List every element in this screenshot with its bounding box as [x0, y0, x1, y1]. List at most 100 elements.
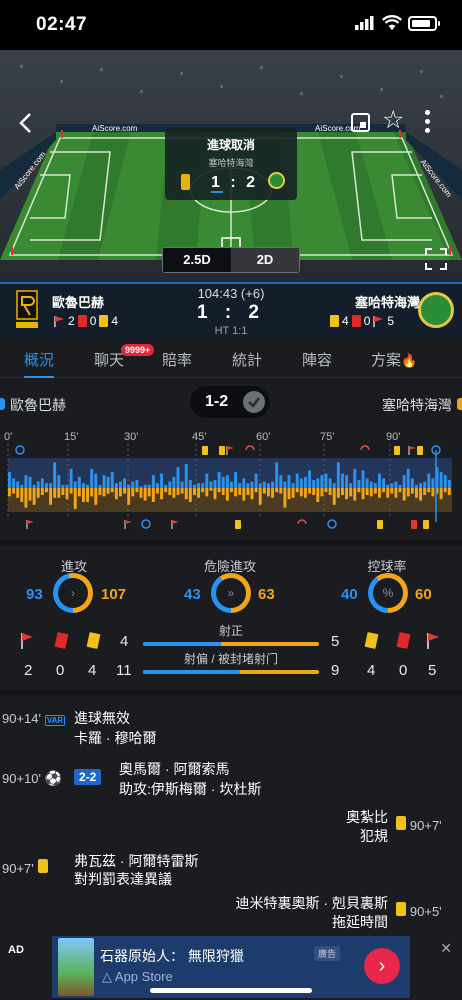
away-pressure-bar: [94, 488, 98, 505]
stat-home-attacks: 93: [26, 586, 43, 603]
away-pressure-bar: [197, 488, 201, 498]
tab-overview[interactable]: 概況: [24, 349, 55, 378]
home-pressure-bar: [53, 462, 57, 488]
view-mode-toggle[interactable]: 2.5D 2D: [162, 247, 300, 273]
home-pressure-bar: [254, 473, 258, 488]
home-pressure-bar: [242, 478, 246, 488]
check-icon: [243, 391, 265, 413]
ad-close-icon[interactable]: ✕: [440, 940, 452, 957]
away-pressure-bar: [172, 488, 176, 498]
home-pressure-bar: [123, 478, 127, 488]
goal-card-away-score: 2: [246, 174, 259, 191]
event-item[interactable]: 90+5': [396, 902, 442, 919]
summary-score: 1-2: [205, 393, 229, 410]
away-pressure-bar: [336, 488, 340, 498]
view-2d-button[interactable]: 2D: [231, 248, 299, 272]
events-list: 90+14' VAR 進球無效 卡羅 · 穆哈爾 90+10' ⚽ 2-2 奧馬…: [0, 690, 462, 940]
home-pressure-bar: [312, 480, 316, 488]
away-team-name[interactable]: 塞哈特海灣: [355, 292, 420, 311]
goal-icon: ⚽: [44, 770, 63, 786]
home-pressure-bar: [156, 483, 159, 488]
shots-off-bar: [143, 670, 319, 674]
goal-cancelled-card: 進球取消 塞哈特海灣 1 : 2: [165, 128, 297, 200]
tab-stats[interactable]: 統計: [232, 349, 262, 370]
event-time: 90+10': [2, 771, 41, 786]
event-item[interactable]: 90+10' ⚽: [2, 770, 62, 787]
away-pressure-bar: [373, 488, 377, 494]
ad-store-label: App Store: [114, 969, 173, 984]
away-pressure-bar: [168, 488, 172, 495]
home-pressure-bar: [316, 478, 320, 488]
away-pressure-bar: [205, 488, 209, 497]
away-pressure-bar: [242, 488, 246, 501]
away-pressure-bar: [271, 488, 275, 498]
away-pressure-bar: [98, 488, 102, 495]
home-pressure-bar: [201, 483, 205, 488]
picture-in-picture-button[interactable]: [351, 113, 370, 132]
away-red-count: 0: [363, 314, 371, 328]
event-subtitle: 助攻:伊斯梅爾 · 坎杜斯: [119, 781, 262, 797]
home-pressure-bar: [164, 484, 168, 488]
home-pressure-bar: [188, 480, 192, 488]
away-pressure-bar: [431, 488, 435, 497]
event-item[interactable]: 90+7': [396, 816, 442, 833]
event-time: 90+14': [2, 711, 41, 726]
home-pressure-bar: [16, 481, 20, 488]
away-pressure-bar: [443, 488, 447, 493]
summary-score-pill[interactable]: 1-2: [190, 386, 270, 418]
yellow-card-marker: [411, 520, 417, 529]
away-pressure-bar: [28, 488, 32, 501]
home-pressure-bar: [184, 464, 188, 488]
away-color-marker: [457, 398, 462, 410]
ad-tag: 廣告: [314, 946, 341, 961]
away-yellow-total: 4: [367, 662, 376, 679]
away-pressure-bar: [61, 488, 65, 495]
home-pressure-bar: [279, 475, 283, 488]
home-pressure-bar: [345, 475, 349, 488]
timeline-tick-label: 0': [4, 431, 12, 443]
tab-chat[interactable]: 聊天: [94, 349, 124, 370]
home-pressure-bar: [217, 472, 221, 488]
away-pressure-bar: [345, 488, 349, 500]
home-pressure-bar: [369, 481, 373, 488]
away-pressure-bar: [254, 488, 258, 493]
yellow-card-icon: [330, 315, 339, 327]
corner-marker: [27, 520, 34, 524]
goal-card-title: 進球取消: [206, 138, 255, 152]
away-pressure-bar: [406, 488, 410, 497]
home-pressure-bar: [69, 468, 73, 488]
shots-on-home-fill: [143, 642, 222, 646]
event-item[interactable]: 90+7': [2, 859, 48, 876]
away-pressure-bar: [65, 488, 69, 500]
home-pressure-bar: [82, 483, 85, 488]
yellow-card-icon: [37, 859, 48, 873]
tab-lineup[interactable]: 陣容: [302, 349, 332, 370]
event-item[interactable]: 90+14' VAR: [2, 710, 66, 726]
substitution-marker: [360, 445, 370, 451]
stat-away-attacks: 107: [101, 586, 127, 603]
home-pressure-bar: [61, 484, 65, 488]
view-2-5d-button[interactable]: 2.5D: [163, 248, 231, 272]
corner-flag-icon: [427, 633, 439, 649]
away-pressure-bar: [316, 488, 320, 502]
home-pressure-bar: [365, 478, 369, 488]
corner-marker: [172, 520, 179, 524]
timeline-tick-label: 60': [256, 431, 270, 443]
away-pressure-bar: [151, 488, 155, 502]
home-pressure-bar: [49, 483, 53, 488]
away-pressure-bar: [176, 488, 180, 495]
fullscreen-icon[interactable]: [425, 248, 447, 270]
match-momentum-chart[interactable]: 0' 15' 30' 45' 60' 75' 90': [0, 426, 462, 538]
more-menu-button[interactable]: [425, 110, 431, 137]
home-pressure-bar: [110, 472, 114, 488]
away-pressure-bar: [143, 488, 147, 501]
stat-away-possession: 60: [415, 586, 432, 603]
tab-odds[interactable]: 賠率: [162, 349, 192, 370]
home-pressure-bar: [324, 473, 328, 488]
away-pressure-bar: [308, 488, 312, 494]
shots-on-label: 射正: [218, 624, 243, 638]
home-pressure-bar: [287, 475, 291, 488]
favorite-star-icon[interactable]: ☆: [382, 108, 404, 133]
tab-plans[interactable]: 方案🔥: [371, 349, 417, 370]
ad-open-button[interactable]: ›: [364, 948, 400, 984]
